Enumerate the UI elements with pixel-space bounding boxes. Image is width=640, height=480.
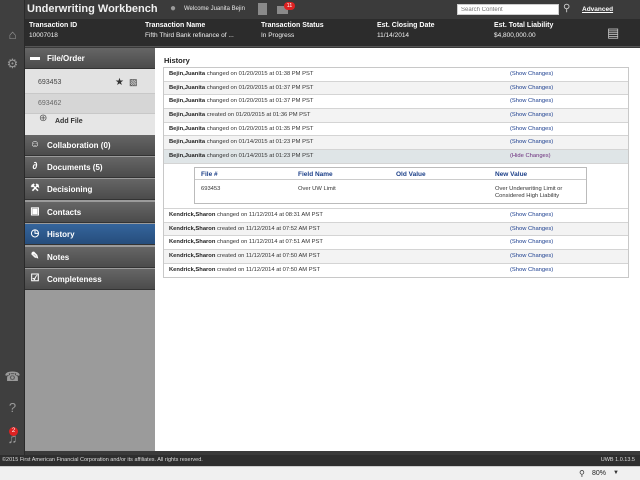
file-list: 693453 ★ ▧ 693462 ⊕ Add File bbox=[25, 69, 155, 138]
document-icon[interactable]: ▤ bbox=[607, 25, 621, 41]
table-row: Bejin,Juanita changed on 01/20/2015 at 0… bbox=[164, 81, 628, 96]
nav-documents[interactable]: ∂ Documents (5) bbox=[25, 157, 155, 178]
mail-badge: 11 bbox=[284, 2, 295, 10]
clock-icon: ◷ bbox=[30, 228, 40, 239]
table-row: Kendrick,Sharon created on 11/12/2014 at… bbox=[164, 264, 628, 278]
show-changes-link[interactable]: (Show Changes) bbox=[510, 109, 553, 123]
history-table: Bejin,Juanita changed on 01/20/2015 at 0… bbox=[163, 67, 629, 279]
folder-icon: ▬ bbox=[30, 52, 40, 63]
show-changes-link[interactable]: (Show Changes) bbox=[510, 264, 553, 278]
est-total-liability: Est. Total Liability $4,800,000.00 bbox=[494, 22, 554, 39]
people-icon: ☺ bbox=[29, 139, 41, 150]
table-row: Kendrick,Sharon changed on 11/12/2014 at… bbox=[164, 236, 628, 250]
add-file-button[interactable]: Add File bbox=[55, 118, 83, 125]
file-item[interactable]: 693453 ★ ▧ bbox=[25, 69, 155, 94]
transaction-status: Transaction Status In Progress bbox=[261, 22, 324, 39]
version-text: UWB 1.0.13.5 bbox=[600, 457, 635, 463]
app-title: Underwriting Workbench bbox=[27, 3, 158, 15]
zoom-level[interactable]: 80% bbox=[592, 470, 606, 477]
show-changes-link[interactable]: (Show Changes) bbox=[510, 209, 553, 223]
show-changes-link[interactable]: (Show Changes) bbox=[510, 123, 553, 137]
nav-file-order[interactable]: ▬ File/Order bbox=[25, 48, 155, 69]
bookmark-icon[interactable] bbox=[258, 3, 267, 15]
show-changes-link[interactable]: (Show Changes) bbox=[510, 250, 553, 264]
user-icon: ● bbox=[170, 3, 177, 14]
detail-field-name: Over UW Limit bbox=[298, 185, 336, 192]
table-row: Bejin,Juanita changed on 01/20/2015 at 0… bbox=[164, 123, 628, 137]
show-changes-link[interactable]: (Show Changes) bbox=[510, 136, 553, 150]
notification-badge: 2 bbox=[9, 427, 18, 436]
table-row: Bejin,Juanita created on 01/20/2015 at 0… bbox=[164, 109, 628, 123]
advanced-search-link[interactable]: Advanced bbox=[582, 6, 613, 13]
top-bar: Underwriting Workbench ● Welcome Juanita… bbox=[25, 0, 640, 19]
search-input[interactable] bbox=[457, 4, 559, 15]
footer: ©2015 First American Financial Corporati… bbox=[0, 455, 640, 466]
nav-collaboration[interactable]: ☺ Collaboration (0) bbox=[25, 135, 155, 156]
icon-rail: ⌂ ⚙ ☎ ? ♫ 2 bbox=[0, 0, 25, 455]
help-icon[interactable]: ? bbox=[4, 399, 21, 416]
search-icon[interactable]: ⚲ bbox=[563, 3, 575, 15]
phone-icon[interactable]: ☎ bbox=[4, 368, 21, 385]
table-row: Kendrick,Sharon created on 11/12/2014 at… bbox=[164, 249, 628, 264]
copyright-text: ©2015 First American Financial Corporati… bbox=[2, 457, 203, 463]
table-row: Kendrick,Sharon changed on 11/12/2014 at… bbox=[164, 209, 628, 223]
transaction-summary: Transaction ID 10007018 Transaction Name… bbox=[25, 19, 640, 47]
paperclip-icon: ∂ bbox=[32, 161, 38, 172]
transaction-id: Transaction ID 10007018 bbox=[29, 22, 78, 39]
chevron-down-icon[interactable]: ▼ bbox=[613, 470, 619, 476]
detail-header: File # Field Name Old Value New Value bbox=[195, 168, 586, 180]
notes-icon: ✎ bbox=[30, 251, 40, 262]
contacts-icon: ▣ bbox=[30, 206, 40, 217]
detail-new-value-line1: Over Underwriting Limit or bbox=[495, 185, 563, 192]
welcome-text: Welcome Juanita Bejin bbox=[184, 6, 245, 12]
show-changes-link[interactable]: (Show Changes) bbox=[510, 95, 553, 109]
show-changes-link[interactable]: (Show Changes) bbox=[510, 82, 553, 96]
show-changes-link[interactable]: (Show Changes) bbox=[510, 236, 553, 250]
side-panel: ▬ File/Order 693453 ★ ▧ 693462 ⊕ Add Fil… bbox=[25, 48, 155, 451]
table-row: Bejin,Juanita changed on 01/20/2015 at 0… bbox=[164, 68, 628, 82]
nav-contacts[interactable]: ▣ Contacts bbox=[25, 202, 155, 223]
pdf-icon[interactable]: ▧ bbox=[129, 77, 138, 88]
file-item[interactable]: 693462 bbox=[25, 94, 155, 114]
change-detail-table: File # Field Name Old Value New Value 69… bbox=[194, 166, 587, 204]
table-row: Bejin,Juanita changed on 01/20/2015 at 0… bbox=[164, 95, 628, 110]
transaction-name: Transaction Name Fifth Third Bank refina… bbox=[145, 22, 234, 39]
nav-history[interactable]: ◷ History bbox=[25, 224, 155, 245]
hide-changes-link[interactable]: (Hide Changes) bbox=[510, 150, 551, 164]
gear-icon[interactable]: ⚙ bbox=[4, 55, 21, 72]
star-icon[interactable]: ★ bbox=[115, 77, 124, 88]
gavel-icon: ⚒ bbox=[30, 183, 40, 194]
change-details: File # Field Name Old Value New Value 69… bbox=[164, 163, 628, 209]
nav-completeness[interactable]: ☑ Completeness bbox=[25, 269, 155, 290]
show-changes-link[interactable]: (Show Changes) bbox=[510, 68, 553, 82]
est-closing-date: Est. Closing Date 11/14/2014 bbox=[377, 22, 435, 39]
table-row: Bejin,Juanita changed on 01/14/2015 at 0… bbox=[164, 150, 628, 164]
detail-file-no: 693453 bbox=[201, 185, 221, 192]
home-icon[interactable]: ⌂ bbox=[4, 26, 21, 43]
detail-new-value-line2: Considered High Liability bbox=[495, 192, 560, 199]
page-title: History bbox=[164, 56, 190, 65]
checklist-icon: ☑ bbox=[30, 273, 40, 284]
table-row: Kendrick,Sharon created on 11/12/2014 at… bbox=[164, 222, 628, 237]
content-area: History Bejin,Juanita changed on 01/20/2… bbox=[155, 48, 640, 451]
add-file-icon[interactable]: ⊕ bbox=[39, 113, 47, 124]
nav-decisioning[interactable]: ⚒ Decisioning bbox=[25, 179, 155, 200]
zoom-icon[interactable]: ⚲ bbox=[579, 469, 585, 478]
table-row: Bejin,Juanita changed on 01/14/2015 at 0… bbox=[164, 136, 628, 151]
status-bar: ⚲ 80% ▼ bbox=[0, 466, 640, 480]
show-changes-link[interactable]: (Show Changes) bbox=[510, 223, 553, 237]
nav-notes[interactable]: ✎ Notes bbox=[25, 247, 155, 268]
